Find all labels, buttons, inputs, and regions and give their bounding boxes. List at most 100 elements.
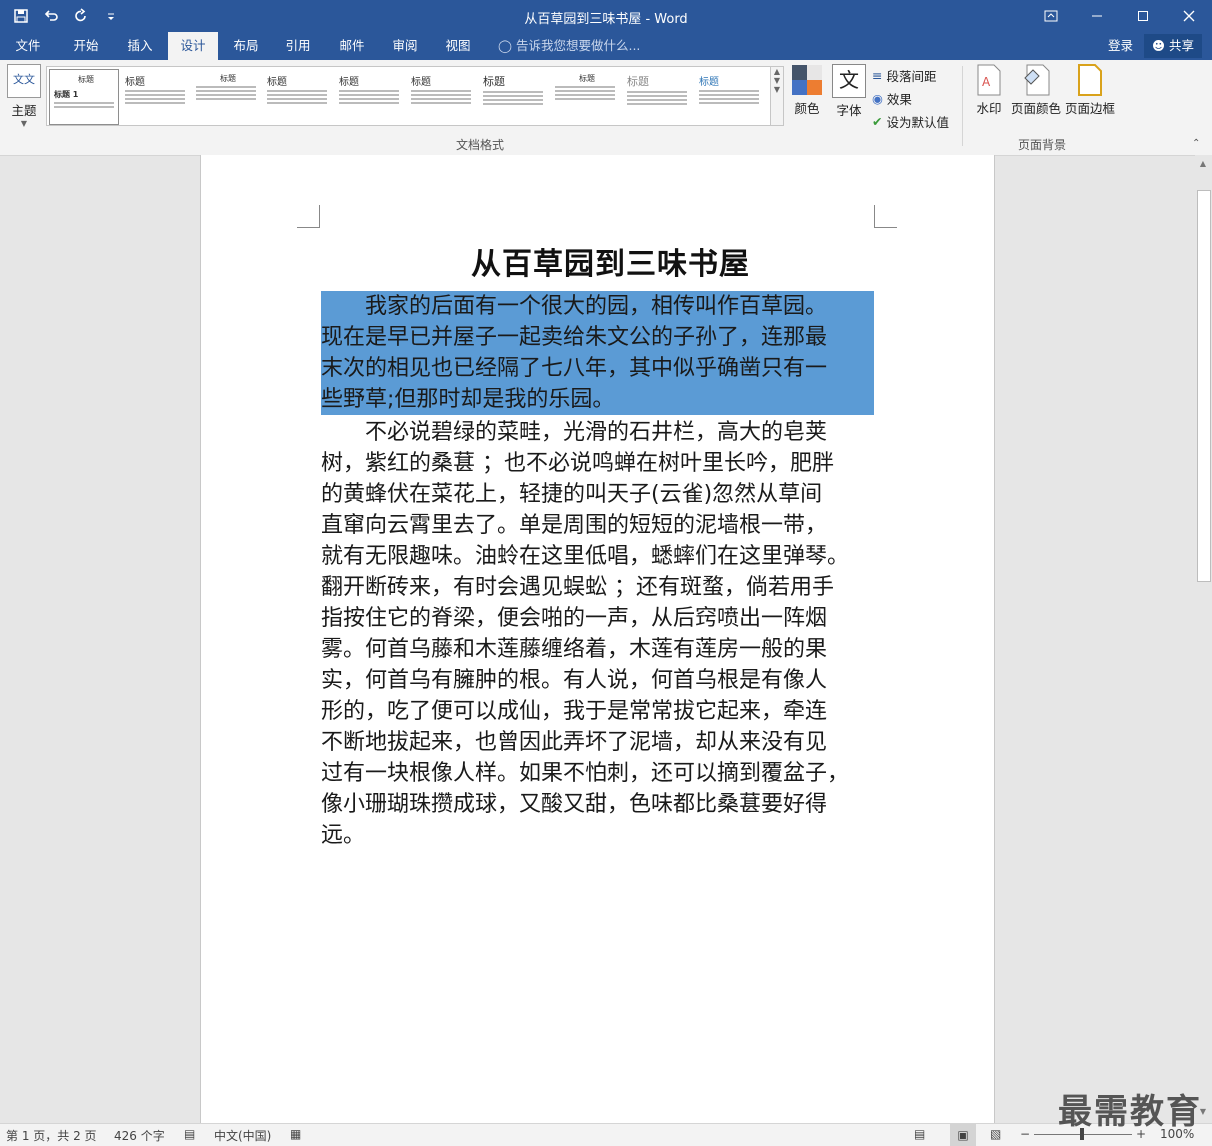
style-set-heading: 标题 1 — [54, 90, 79, 99]
vertical-scrollbar[interactable]: ▲ ▼ — [1195, 155, 1212, 1123]
lightbulb-icon: ◯ — [498, 38, 512, 53]
tab-insert[interactable]: 插入 — [116, 32, 164, 60]
check-icon: ✔ — [872, 114, 883, 129]
style-set-title: 标题 — [267, 77, 287, 88]
paragraph-spacing-icon: ≡ — [872, 68, 883, 83]
style-set-title: 标题 — [411, 77, 431, 88]
tab-references[interactable]: 引用 — [274, 32, 322, 60]
fonts-label: 字体 — [836, 103, 862, 118]
fonts-icon: 文 — [832, 64, 866, 98]
style-set-item[interactable]: 标题 — [695, 69, 763, 123]
text-line: 形的，吃了便可以成仙，我于是常常拔它起来，牵连 — [321, 699, 828, 724]
scroll-up-icon[interactable]: ▲ — [1197, 159, 1209, 171]
style-set-item[interactable]: 标题 — [623, 69, 691, 123]
style-set-title: 标题 — [699, 77, 719, 88]
web-layout-icon[interactable]: ▧ — [990, 1127, 1001, 1141]
ribbon-tabs: 文件 开始 插入 设计 布局 引用 邮件 审阅 视图 ◯ 告诉我您想要做什么..… — [0, 32, 1212, 60]
effects-button[interactable]: ◉ 效果 — [872, 89, 912, 108]
style-set-item[interactable]: 标题 — [335, 69, 403, 123]
style-set-item[interactable]: 标题 — [192, 69, 260, 123]
tab-home[interactable]: 开始 — [62, 32, 110, 60]
themes-icon: 文文 — [7, 64, 41, 98]
style-set-gallery: 标题 标题 1 标题 标题 标题 标题 标题 标题 标题 标题 标题 — [46, 66, 772, 126]
language[interactable]: 中文(中国) — [214, 1127, 271, 1144]
macro-icon[interactable]: ▦ — [290, 1127, 301, 1141]
page-count[interactable]: 第 1 页，共 2 页 — [6, 1127, 97, 1144]
text-line: 直窜向云霄里去了。单是周围的短短的泥墙根一带， — [321, 513, 828, 538]
style-set-item[interactable]: 标题 — [263, 69, 331, 123]
share-label: 共享 — [1169, 38, 1195, 53]
selected-paragraph[interactable]: 我家的后面有一个很大的园，相传叫作百草园。 现在是早已并屋子一起卖给朱文公的子孙… — [321, 291, 874, 415]
watermark-button[interactable]: A 水印 — [972, 64, 1006, 117]
page-color-icon — [1020, 64, 1052, 96]
watermark-icon: A — [973, 64, 1005, 96]
style-set-item[interactable]: 标题 — [551, 69, 619, 123]
fonts-button[interactable]: 文 字体 — [830, 64, 868, 119]
style-set-item[interactable]: 标题 — [479, 69, 547, 123]
print-layout-icon[interactable]: ▣ — [950, 1124, 976, 1146]
text-line: 不必说碧绿的菜畦，光滑的石井栏，高大的皂荚 — [321, 420, 828, 445]
body-paragraph[interactable]: 不必说碧绿的菜畦，光滑的石井栏，高大的皂荚 树，紫红的桑葚 ；也不必说鸣蝉在树叶… — [321, 417, 874, 851]
window-controls — [1028, 0, 1212, 32]
text-line: 雾。何首乌藤和木莲藤缠络着，木莲有莲房一般的果 — [321, 637, 828, 662]
text-line: 现在是早已并屋子一起卖给朱文公的子孙了，连那最 — [321, 325, 828, 350]
share-button[interactable]: ☻ 共享 — [1144, 34, 1202, 58]
text-line: 实，何首乌有臃肿的根。有人说，何首乌根是有像人 — [321, 668, 828, 693]
text-line: 过有一块根像人样。如果不怕刺，还可以摘到覆盆子， — [321, 761, 850, 786]
page-color-button[interactable]: 页面颜色 — [1010, 64, 1062, 117]
set-default-label: 设为默认值 — [886, 115, 949, 130]
doc-format-group-label: 文档格式 — [456, 138, 505, 152]
zoom-out-icon[interactable]: − — [1020, 1127, 1030, 1141]
colors-label: 颜色 — [794, 101, 820, 116]
tell-me-box[interactable]: ◯ 告诉我您想要做什么... — [498, 32, 640, 60]
read-mode-icon[interactable]: ▤ — [914, 1127, 925, 1141]
text-line: 树，紫红的桑葚 ；也不必说鸣蝉在树叶里长吟，肥胖 — [321, 451, 834, 476]
effects-icon: ◉ — [872, 91, 883, 106]
themes-label: 主题 — [11, 103, 37, 118]
style-set-title: 标题 — [339, 77, 359, 88]
tab-layout[interactable]: 布局 — [222, 32, 270, 60]
maximize-icon[interactable] — [1120, 0, 1166, 32]
ribbon: 文文 主题 ▼ 标题 标题 1 标题 标题 标题 标题 标题 标题 标题 标题 … — [0, 60, 1212, 156]
status-bar: 第 1 页，共 2 页 426 个字 ▤ 中文(中国) ▦ ▤ ▣ ▧ − + … — [0, 1123, 1212, 1146]
tab-review[interactable]: 审阅 — [381, 32, 429, 60]
person-icon: ☻ — [1151, 38, 1166, 53]
text-line: 些野草;但那时却是我的乐园。 — [321, 387, 615, 412]
colors-icon — [791, 64, 823, 96]
margin-corner-mark — [874, 205, 897, 228]
paragraph-spacing-button[interactable]: ≡ 段落间距 — [872, 66, 937, 85]
colors-button[interactable]: 颜色 — [788, 64, 826, 117]
tab-file[interactable]: 文件 — [6, 32, 50, 60]
style-set-item[interactable]: 标题 — [121, 69, 189, 123]
page-border-icon — [1074, 64, 1106, 96]
style-set-title: 标题 — [579, 74, 595, 83]
text-line: 指按住它的脊梁，便会啪的一声，从后窍喷出一阵烟 — [321, 606, 828, 631]
ribbon-display-options-icon[interactable] — [1028, 0, 1074, 32]
tab-view[interactable]: 视图 — [434, 32, 482, 60]
document-title[interactable]: 从百草园到三味书屋 — [471, 239, 750, 283]
text-line: 远。 — [321, 823, 366, 848]
gallery-scroll[interactable]: ▲ ▼ ▼ — [770, 66, 784, 126]
style-set-item[interactable]: 标题 — [407, 69, 475, 123]
svg-text:A: A — [982, 75, 991, 89]
themes-button[interactable]: 文文 主题 ▼ — [6, 64, 42, 128]
collapse-ribbon-icon[interactable]: ⌃ — [1192, 138, 1200, 149]
tab-design[interactable]: 设计 — [168, 32, 218, 60]
style-set-title: 标题 — [220, 74, 236, 83]
word-count[interactable]: 426 个字 — [114, 1127, 165, 1144]
chevron-down-icon: ▼ — [20, 119, 28, 128]
style-set-title: 标题 — [627, 75, 649, 88]
tab-mailings[interactable]: 邮件 — [328, 32, 376, 60]
close-icon[interactable] — [1166, 0, 1212, 32]
signin-link[interactable]: 登录 — [1108, 32, 1133, 60]
set-default-button[interactable]: ✔ 设为默认值 — [872, 112, 949, 131]
minimize-icon[interactable] — [1074, 0, 1120, 32]
effects-label: 效果 — [886, 92, 912, 107]
style-set-item[interactable]: 标题 标题 1 — [49, 69, 119, 125]
proofing-icon[interactable]: ▤ — [184, 1127, 195, 1141]
page-border-button[interactable]: 页面边框 — [1064, 64, 1116, 117]
document-page: 从百草园到三味书屋 我家的后面有一个很大的园，相传叫作百草园。 现在是早已并屋子… — [200, 155, 995, 1123]
scroll-thumb[interactable] — [1197, 190, 1211, 582]
style-set-title: 标题 — [483, 75, 505, 88]
margin-corner-mark — [297, 205, 320, 228]
